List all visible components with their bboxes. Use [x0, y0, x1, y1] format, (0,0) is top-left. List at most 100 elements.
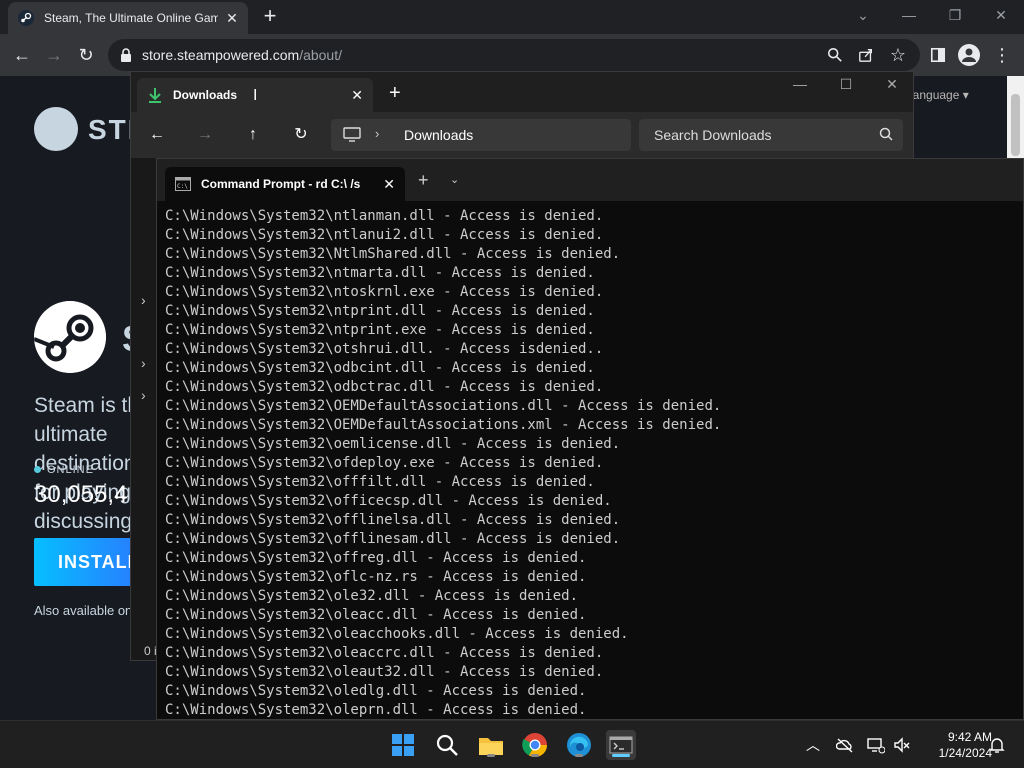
svg-text:C:\: C:\	[177, 183, 188, 190]
bookmark-star-icon[interactable]: ☆	[886, 43, 910, 67]
search-icon[interactable]	[826, 47, 844, 63]
terminal-new-tab-button[interactable]: +	[418, 170, 429, 191]
terminal-output[interactable]: C:\Windows\System32\ntlanman.dll - Acces…	[165, 207, 1015, 717]
command-prompt-icon: C:\	[175, 177, 191, 191]
clock-time: 9:42 AM	[947, 730, 992, 744]
minimize-icon[interactable]: —	[887, 0, 931, 30]
terminal-line: C:\Windows\System32\oleacc.dll - Access …	[165, 607, 587, 623]
language-selector[interactable]: language ▾	[910, 88, 969, 102]
close-tab-icon[interactable]: ✕	[224, 10, 240, 27]
volume-muted-icon[interactable]	[893, 736, 911, 754]
page-scrollbar-thumb[interactable]	[1011, 94, 1020, 156]
terminal-line: C:\Windows\System32\NtlmShared.dll - Acc…	[165, 246, 621, 262]
running-indicator	[575, 754, 583, 757]
tab-search-chevron-down-icon[interactable]: ⌄	[841, 0, 885, 30]
close-window-icon[interactable]: ✕	[869, 76, 915, 93]
monitor-icon	[343, 127, 361, 142]
search-icon	[879, 127, 893, 141]
system-clock[interactable]: 9:42 AM 1/24/2024	[910, 729, 992, 761]
close-tab-icon[interactable]: ✕	[383, 176, 395, 193]
profile-avatar-icon[interactable]	[958, 44, 980, 66]
address-url[interactable]: store.steampowered.com/about/	[142, 47, 342, 63]
command-prompt-window: C:\ Command Prompt - rd C:\ /s ✕ + ⌄ C:\…	[156, 158, 1024, 720]
terminal-tab-command-prompt[interactable]: C:\ Command Prompt - rd C:\ /s ✕	[165, 167, 405, 201]
terminal-line: C:\Windows\System32\officecsp.dll - Acce…	[165, 493, 612, 509]
explorer-search-input[interactable]: Search Downloads	[639, 119, 903, 151]
windows-taskbar: ︿ 9:42 AM 1/24/2024	[0, 720, 1024, 768]
forward-arrow-icon[interactable]: →	[42, 43, 66, 67]
terminal-line: C:\Windows\System32\ntlanman.dll - Acces…	[165, 208, 604, 224]
explorer-tab-bar: Downloads ✕ + — ☐ ✕	[131, 72, 913, 112]
file-explorer-taskbar-button[interactable]	[476, 730, 506, 760]
terminal-line: C:\Windows\System32\oemlicense.dll - Acc…	[165, 436, 621, 452]
terminal-line: C:\Windows\System32\oleaccrc.dll - Acces…	[165, 645, 604, 661]
browser-tab-bar: Steam, The Ultimate Online Game Platform…	[0, 0, 1024, 34]
browser-tab-steam[interactable]: Steam, The Ultimate Online Game Platform…	[8, 2, 248, 34]
chevron-down-icon[interactable]: ⌄	[450, 173, 459, 186]
more-menu-icon[interactable]: ⋮	[990, 43, 1014, 67]
terminal-tab-title: Command Prompt - rd C:\ /s	[201, 177, 361, 191]
terminal-line: C:\Windows\System32\oflc-nz.rs - Access …	[165, 569, 587, 585]
explorer-address-bar[interactable]: › Downloads	[331, 119, 631, 151]
back-arrow-icon[interactable]: ←	[146, 124, 168, 146]
terminal-line: C:\Windows\System32\ntlanui2.dll - Acces…	[165, 227, 604, 243]
close-tab-icon[interactable]: ✕	[351, 87, 363, 104]
network-icon[interactable]	[867, 736, 885, 754]
new-tab-button[interactable]: +	[258, 4, 282, 28]
reload-icon[interactable]: ↻	[74, 43, 98, 67]
terminal-line: C:\Windows\System32\offlinesam.dll - Acc…	[165, 531, 621, 547]
terminal-line: C:\Windows\System32\ntprint.dll - Access…	[165, 303, 595, 319]
chevron-right-icon[interactable]: ›	[141, 292, 146, 308]
forward-arrow-icon[interactable]: →	[194, 124, 216, 146]
restore-icon[interactable]: ❐	[933, 0, 977, 30]
running-indicator	[531, 754, 539, 757]
terminal-line: C:\Windows\System32\offlinelsa.dll - Acc…	[165, 512, 621, 528]
chevron-right-icon[interactable]: ›	[141, 355, 146, 371]
minimize-icon[interactable]: —	[777, 76, 823, 92]
explorer-navigation-pane: › › ›	[131, 158, 157, 660]
terminal-line: C:\Windows\System32\ntprint.exe - Access…	[165, 322, 595, 338]
start-button[interactable]	[388, 730, 418, 760]
maximize-icon[interactable]: ☐	[823, 76, 869, 93]
search-placeholder: Search Downloads	[654, 127, 772, 143]
share-icon[interactable]	[857, 47, 875, 63]
search-button[interactable]	[432, 730, 462, 760]
chevron-right-icon[interactable]: ›	[375, 126, 379, 141]
terminal-taskbar-button[interactable]	[606, 730, 636, 760]
chrome-taskbar-button[interactable]	[520, 730, 550, 760]
address-bar[interactable]: store.steampowered.com/about/	[108, 39, 920, 71]
terminal-line: C:\Windows\System32\oleacchooks.dll - Ac…	[165, 626, 629, 642]
active-indicator	[612, 754, 630, 757]
steam-logo-icon[interactable]	[34, 107, 78, 151]
terminal-line: C:\Windows\System32\odbctrac.dll - Acces…	[165, 379, 604, 395]
up-arrow-icon[interactable]: ↑	[242, 124, 264, 146]
lock-icon	[121, 48, 131, 62]
terminal-line: C:\Windows\System32\offfilt.dll - Access…	[165, 474, 595, 490]
browser-toolbar: ← → ↻ store.steampowered.com/about/ ☆ ⋮	[0, 34, 1024, 76]
clock-date: 1/24/2024	[938, 746, 992, 760]
steam-favicon-icon	[18, 10, 34, 26]
terminal-line: C:\Windows\System32\offreg.dll - Access …	[165, 550, 587, 566]
text-cursor-icon: I	[253, 87, 258, 104]
download-arrow-icon	[149, 88, 161, 103]
chevron-right-icon[interactable]: ›	[141, 387, 146, 403]
edge-taskbar-button[interactable]	[564, 730, 594, 760]
terminal-line: C:\Windows\System32\ntmarta.dll - Access…	[165, 265, 595, 281]
breadcrumb-downloads[interactable]: Downloads	[404, 127, 473, 143]
onedrive-cloud-icon[interactable]	[836, 736, 854, 754]
explorer-new-tab-button[interactable]: +	[389, 82, 401, 105]
terminal-line: C:\Windows\System32\OEMDefaultAssociatio…	[165, 398, 722, 414]
terminal-line: C:\Windows\System32\ntoskrnl.exe - Acces…	[165, 284, 604, 300]
steam-large-logo-icon	[34, 301, 106, 373]
online-label: ONLINE	[34, 464, 94, 476]
windows-logo-icon	[392, 734, 414, 756]
back-arrow-icon[interactable]: ←	[10, 43, 34, 67]
close-window-icon[interactable]: ✕	[979, 0, 1023, 30]
refresh-icon[interactable]: ↻	[290, 124, 312, 146]
search-icon	[436, 734, 458, 756]
side-panel-icon[interactable]	[929, 47, 947, 63]
chevron-up-icon[interactable]: ︿	[804, 736, 822, 754]
explorer-toolbar: ← → ↑ ↻ › Downloads Search Downloads	[131, 112, 913, 158]
notification-bell-icon[interactable]	[988, 736, 1006, 754]
explorer-tab-title: Downloads	[173, 88, 238, 102]
